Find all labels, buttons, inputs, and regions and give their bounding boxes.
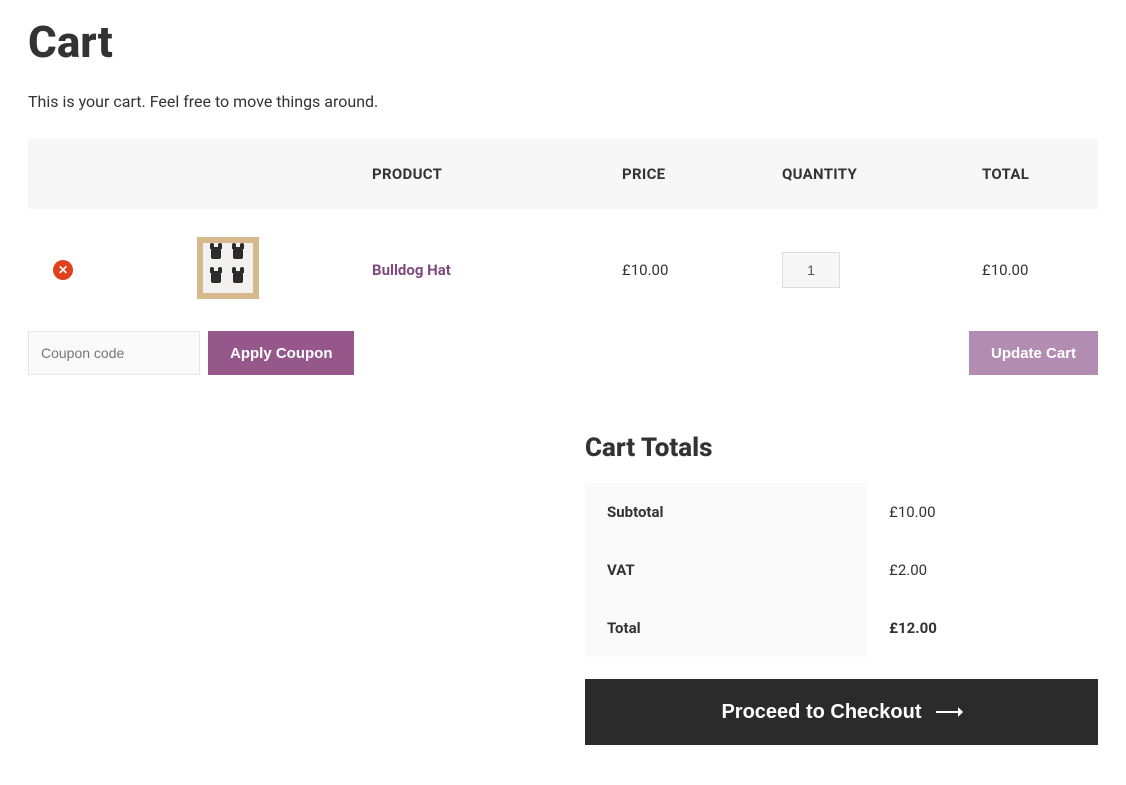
arrow-right-icon [936, 711, 962, 713]
proceed-to-checkout-button[interactable]: Proceed to Checkout [585, 679, 1098, 745]
vat-value: £2.00 [867, 541, 1098, 599]
vat-label: VAT [585, 541, 867, 599]
total-row: Total £12.00 [585, 599, 1098, 657]
cart-actions: Apply Coupon Update Cart [28, 331, 1098, 375]
coupon-input[interactable] [28, 331, 200, 375]
vat-row: VAT £2.00 [585, 541, 1098, 599]
subtotal-label: Subtotal [585, 483, 867, 541]
checkout-label: Proceed to Checkout [721, 701, 921, 724]
cart-description: This is your cart. Feel free to move thi… [28, 92, 1098, 111]
page-title: Cart [28, 16, 1098, 68]
cart-table: PRODUCT PRICE QUANTITY TOTAL ✕ [28, 139, 1098, 331]
col-quantity: QUANTITY [768, 139, 968, 209]
item-total: £10.00 [968, 209, 1098, 331]
cart-totals-heading: Cart Totals [585, 433, 1098, 463]
col-product: PRODUCT [358, 139, 608, 209]
apply-coupon-button[interactable]: Apply Coupon [208, 331, 354, 375]
cart-totals: Cart Totals Subtotal £10.00 VAT £2.00 To… [585, 433, 1098, 745]
remove-item-button[interactable]: ✕ [53, 260, 73, 280]
quantity-input[interactable] [782, 252, 840, 288]
close-icon: ✕ [58, 263, 68, 277]
cart-row: ✕ Bulldog Hat £10.00 [28, 209, 1098, 331]
totals-table: Subtotal £10.00 VAT £2.00 Total £12.00 [585, 483, 1098, 657]
col-price: PRICE [608, 139, 768, 209]
col-thumbnail [98, 139, 358, 209]
product-link[interactable]: Bulldog Hat [372, 261, 451, 279]
item-price: £10.00 [608, 209, 768, 331]
update-cart-button[interactable]: Update Cart [969, 331, 1098, 375]
col-remove [28, 139, 98, 209]
total-label: Total [585, 599, 867, 657]
product-thumbnail[interactable] [197, 237, 259, 299]
subtotal-row: Subtotal £10.00 [585, 483, 1098, 541]
total-value: £12.00 [867, 599, 1098, 657]
subtotal-value: £10.00 [867, 483, 1098, 541]
col-total: TOTAL [968, 139, 1098, 209]
